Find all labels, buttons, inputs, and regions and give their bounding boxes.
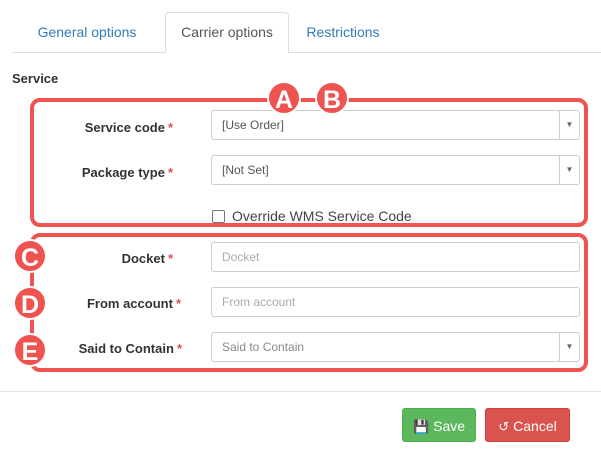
badge-b: B: [315, 81, 349, 115]
override-wms-row[interactable]: Override WMS Service Code: [212, 208, 412, 224]
override-wms-checkbox[interactable]: [212, 209, 225, 223]
service-code-value: [Use Order]: [222, 118, 285, 132]
said-to-contain-label: Said to Contain *: [78, 341, 182, 356]
chevron-down-icon: ▼: [559, 333, 579, 361]
badge-c: C: [13, 239, 47, 273]
package-type-value: [Not Set]: [222, 163, 269, 177]
required-marker: *: [167, 120, 173, 135]
floppy-disk-icon: 💾: [412, 419, 430, 434]
undo-icon: ↺: [498, 419, 510, 434]
said-to-contain-value: Said to Contain: [222, 340, 305, 354]
said-to-contain-select[interactable]: Said to Contain ▼: [211, 332, 580, 362]
service-code-label: Service code *: [84, 120, 173, 135]
docket-placeholder: Docket: [222, 250, 260, 264]
package-type-select[interactable]: [Not Set] ▼: [211, 155, 580, 185]
chevron-down-icon: ▼: [559, 156, 579, 184]
badge-a: A: [267, 81, 301, 115]
tab-restrictions[interactable]: Restrictions: [294, 12, 392, 53]
required-marker: *: [167, 251, 173, 266]
tab-general-options[interactable]: General options: [24, 12, 150, 53]
required-marker: *: [176, 341, 182, 356]
package-type-label: Package type *: [81, 165, 173, 180]
from-account-input[interactable]: From account: [211, 287, 580, 317]
cancel-button[interactable]: ↺ Cancel: [485, 408, 570, 442]
service-code-select[interactable]: [Use Order] ▼: [211, 110, 580, 140]
required-marker: *: [167, 165, 173, 180]
footer-divider: [0, 391, 601, 392]
badge-e: E: [13, 333, 47, 367]
from-account-label: From account *: [86, 296, 181, 311]
docket-input[interactable]: Docket: [211, 242, 580, 272]
save-button[interactable]: 💾 Save: [402, 408, 476, 442]
section-title: Service: [12, 71, 59, 86]
required-marker: *: [175, 296, 181, 311]
badge-d: D: [13, 286, 47, 320]
chevron-down-icon: ▼: [559, 111, 579, 139]
from-account-placeholder: From account: [222, 295, 296, 309]
tab-bar: General options Carrier options Restrict…: [0, 0, 601, 53]
override-wms-label: Override WMS Service Code: [232, 208, 412, 224]
tab-carrier-options[interactable]: Carrier options: [165, 12, 289, 53]
